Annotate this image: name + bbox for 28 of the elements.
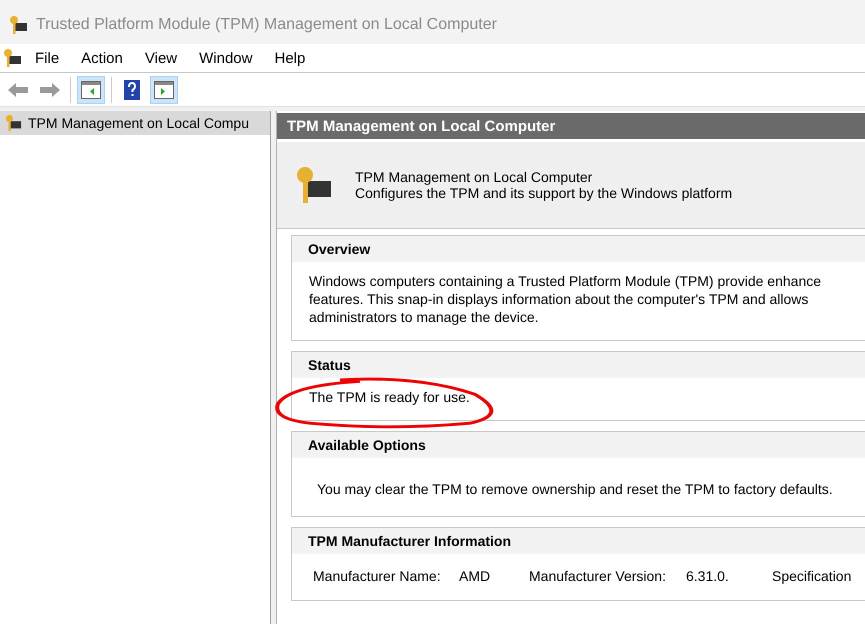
field-value: 6.31.0. — [686, 568, 730, 584]
field-label: Specification — [772, 568, 852, 584]
options-text: You may clear the TPM to remove ownership and reset the TPM to factory defaults. — [316, 480, 834, 499]
info-title: TPM Management on Local Computer — [355, 169, 594, 185]
menu-item[interactable]: Help — [265, 50, 314, 66]
section-title: Available Options — [292, 432, 865, 458]
pane-header: TPM Management on Local Computer — [277, 113, 865, 139]
section-title: Status — [292, 352, 865, 378]
show-action-pane-button[interactable] — [150, 76, 178, 104]
section-title: Overview — [292, 236, 865, 262]
status-text: The TPM is ready for use. — [309, 388, 470, 406]
tree-item[interactable]: TPM Management on Local Compu — [0, 111, 270, 135]
overview-text: Windows computers containing a Trusted Platform Module (TPM) provide enhance features. This snap-in displays information about the computer's TPM and allows administrators to manage the device. — [308, 272, 822, 327]
window-title: Trusted Platform Module (TPM) Management on Local Computer — [36, 16, 497, 34]
field-value: AMD — [459, 568, 492, 584]
app-icon — [2, 48, 22, 68]
show-tree-button[interactable] — [77, 76, 105, 104]
field-label: Manufacturer Name: — [313, 568, 442, 584]
app-icon — [8, 15, 28, 35]
menu-item[interactable]: Window — [190, 50, 262, 66]
key-chip-icon — [4, 114, 22, 132]
field-label: Manufacturer Version: — [529, 568, 667, 584]
menu-item[interactable]: Action — [72, 50, 132, 66]
tree-item-label: TPM Management on Local Compu — [28, 115, 249, 131]
menu-item[interactable]: View — [136, 50, 186, 66]
info-description: Configures the TPM and its support by the Windows platform — [355, 185, 732, 201]
menu-item[interactable]: File — [26, 50, 68, 66]
section-title: TPM Manufacturer Information — [292, 528, 865, 554]
